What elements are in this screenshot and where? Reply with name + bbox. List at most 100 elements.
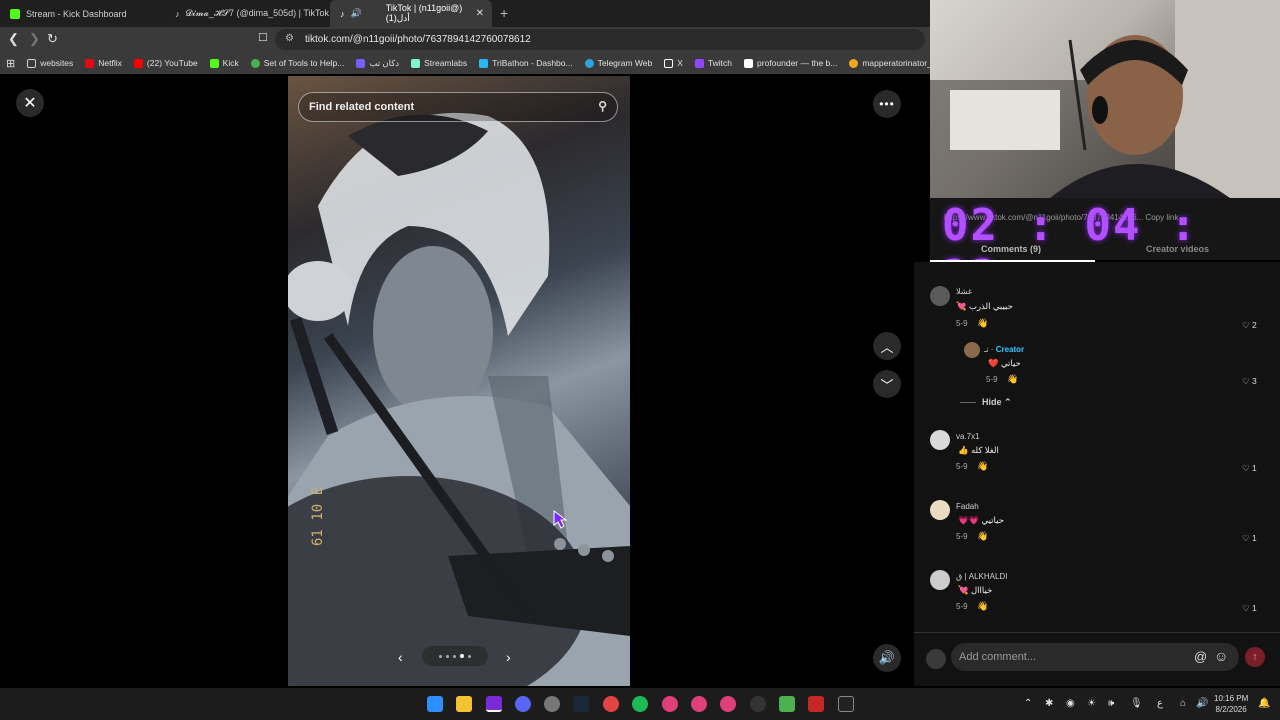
previous-slide-button[interactable]: ‹ bbox=[398, 649, 403, 665]
comment-username[interactable]: ق | ALKHALDI bbox=[956, 572, 1007, 581]
bookmark-telegram[interactable]: Telegram Web bbox=[579, 58, 659, 68]
previous-post-button[interactable]: ︿ bbox=[873, 332, 901, 360]
search-field[interactable]: Find related content ⚲ bbox=[298, 92, 618, 122]
reaction-icon[interactable]: 👋 bbox=[1007, 374, 1018, 385]
brightness-icon[interactable]: ☀ bbox=[1087, 698, 1096, 709]
reaction-icon[interactable]: 👋 bbox=[977, 531, 988, 542]
steam-icon[interactable] bbox=[573, 696, 589, 712]
reply-username: تـ · bbox=[984, 345, 996, 354]
bookmark-websites[interactable]: websites bbox=[21, 58, 79, 68]
notification-icon[interactable]: 🔔 bbox=[1258, 698, 1270, 709]
reaction-icon[interactable]: 👋 bbox=[977, 461, 988, 472]
comment-username[interactable]: va.7x1 bbox=[956, 432, 980, 441]
hide-replies-button[interactable]: Hide ⌃ bbox=[960, 397, 1012, 408]
mention-icon[interactable]: @ bbox=[1194, 649, 1207, 664]
microphone-icon[interactable]: 🎙 bbox=[1130, 698, 1143, 709]
reload-icon[interactable]: ↻ bbox=[47, 31, 58, 47]
like-button[interactable]: ♡ 2 bbox=[1242, 320, 1257, 331]
bookmark-kick[interactable]: Kick bbox=[204, 58, 245, 68]
osu-icon[interactable] bbox=[720, 696, 736, 712]
reaction-icon[interactable]: 👋 bbox=[977, 318, 988, 329]
comment-username[interactable]: Fadah bbox=[956, 502, 979, 511]
new-tab-button[interactable]: + bbox=[500, 5, 508, 21]
tab-kick-dashboard[interactable]: Stream - Kick Dashboard bbox=[0, 0, 165, 27]
file-explorer-icon[interactable] bbox=[456, 696, 472, 712]
comment-username[interactable]: تـ · Creator bbox=[984, 345, 1024, 354]
osu-icon[interactable] bbox=[691, 696, 707, 712]
bookmark-streamlabs[interactable]: Streamlabs bbox=[405, 58, 473, 68]
tab-creator-videos[interactable]: Creator videos bbox=[1146, 244, 1209, 254]
streamer-webcam-feed bbox=[930, 0, 1280, 198]
volume-icon[interactable]: 🕪 bbox=[1108, 698, 1114, 709]
slide-dot[interactable] bbox=[453, 654, 456, 658]
chevron-up-icon[interactable]: ⌃ bbox=[1024, 698, 1032, 709]
avatar[interactable] bbox=[930, 430, 950, 450]
avatar[interactable] bbox=[930, 286, 950, 306]
post-comment-button[interactable]: ↑ bbox=[1245, 647, 1265, 667]
tray-app-icon[interactable]: ✱ bbox=[1045, 698, 1053, 709]
network-icon[interactable]: ⌂ bbox=[1180, 698, 1186, 709]
apps-icon[interactable]: ⊞ bbox=[0, 57, 21, 70]
tray-app-icon[interactable]: ◉ bbox=[1066, 698, 1075, 709]
reaction-icon[interactable]: 👋 bbox=[977, 601, 988, 612]
bookmark-dukkan[interactable]: دكان تب bbox=[350, 58, 405, 69]
speaker-icon[interactable]: 🔊 bbox=[1196, 698, 1208, 709]
slide-dot[interactable] bbox=[446, 654, 449, 658]
slide-dot[interactable] bbox=[468, 654, 471, 658]
hide-label: Hide bbox=[982, 397, 1002, 407]
bookmark-x[interactable]: X bbox=[658, 58, 689, 68]
like-button[interactable]: ♡ 1 bbox=[1242, 603, 1257, 614]
bookmark-profounder[interactable]: profounder — the b... bbox=[738, 58, 843, 68]
tab-comments[interactable]: Comments (9) bbox=[981, 244, 1041, 254]
address-bar[interactable]: ⚙ tiktok.com/@n11goii/photo/763789414276… bbox=[275, 29, 925, 50]
bookmark-tribathon[interactable]: TriBathon - Dashbo... bbox=[473, 58, 578, 68]
clock[interactable]: 10:16 PM 8/2/2026 bbox=[1214, 693, 1248, 715]
tiktok-icon: ♪ bbox=[175, 8, 180, 19]
minecraft-icon[interactable] bbox=[779, 696, 795, 712]
app-icon[interactable] bbox=[750, 696, 766, 712]
search-icon[interactable]: ⚲ bbox=[598, 99, 607, 113]
obs-icon[interactable] bbox=[544, 696, 560, 712]
comment-username[interactable]: غشلا bbox=[956, 287, 972, 296]
bookmark-netflix[interactable]: Netflix bbox=[79, 58, 128, 68]
spotify-icon[interactable] bbox=[632, 696, 648, 712]
osu-icon[interactable] bbox=[662, 696, 678, 712]
heart-icon: ♡ bbox=[1242, 320, 1250, 330]
language-indicator[interactable]: ع bbox=[1157, 698, 1163, 709]
bookmark-label: profounder — the b... bbox=[757, 58, 838, 68]
start-icon[interactable] bbox=[427, 696, 443, 712]
bookmark-tools[interactable]: Set of Tools to Help... bbox=[245, 58, 351, 68]
back-icon[interactable]: ❮ bbox=[8, 31, 19, 47]
twitch-studio-icon[interactable] bbox=[486, 696, 502, 712]
discord-icon[interactable] bbox=[515, 696, 531, 712]
like-button[interactable]: ♡ 3 bbox=[1242, 376, 1257, 387]
tab-tiktok-photo[interactable]: ♪ 🔊 TikTok | (n11goii@) أدل(1) ✕ bbox=[330, 0, 492, 27]
more-options-icon[interactable]: ••• bbox=[873, 90, 901, 118]
forward-icon[interactable]: ❯ bbox=[29, 31, 40, 47]
avatar[interactable] bbox=[930, 570, 950, 590]
bookmark-twitch[interactable]: Twitch bbox=[689, 58, 738, 68]
bookmark-mapperatorinator[interactable]: mapperatorinator_i... bbox=[843, 58, 930, 68]
app-icon[interactable] bbox=[603, 696, 619, 712]
slide-dot-active[interactable] bbox=[460, 654, 464, 658]
close-icon[interactable]: ✕ bbox=[16, 89, 44, 117]
terminal-icon[interactable] bbox=[838, 696, 854, 712]
bookmark-icon[interactable]: ☐ bbox=[258, 31, 268, 44]
like-button[interactable]: ♡ 1 bbox=[1242, 533, 1257, 544]
next-slide-button[interactable]: › bbox=[506, 649, 511, 665]
like-button[interactable]: ♡ 1 bbox=[1242, 463, 1257, 474]
next-post-button[interactable]: ﹀ bbox=[873, 370, 901, 398]
avatar[interactable] bbox=[930, 500, 950, 520]
app-icon[interactable] bbox=[808, 696, 824, 712]
avatar[interactable] bbox=[964, 342, 980, 358]
site-info-icon[interactable]: ⚙ bbox=[285, 33, 294, 44]
close-tab-icon[interactable]: ✕ bbox=[476, 8, 484, 19]
tribathon-icon bbox=[479, 58, 489, 68]
slide-dot[interactable] bbox=[439, 654, 442, 658]
emoji-icon[interactable]: ☺ bbox=[1214, 648, 1228, 664]
x-icon bbox=[664, 58, 674, 68]
tab-tiktok-profile[interactable]: ♪ 𝓓𝓲𝓶𝓪_𝓗𝓢7 (@dima_505d) | TikTok bbox=[165, 0, 330, 27]
volume-icon[interactable]: 🔊 bbox=[873, 644, 901, 672]
bookmark-youtube[interactable]: (22) YouTube bbox=[128, 58, 204, 68]
kick-icon bbox=[209, 58, 219, 68]
